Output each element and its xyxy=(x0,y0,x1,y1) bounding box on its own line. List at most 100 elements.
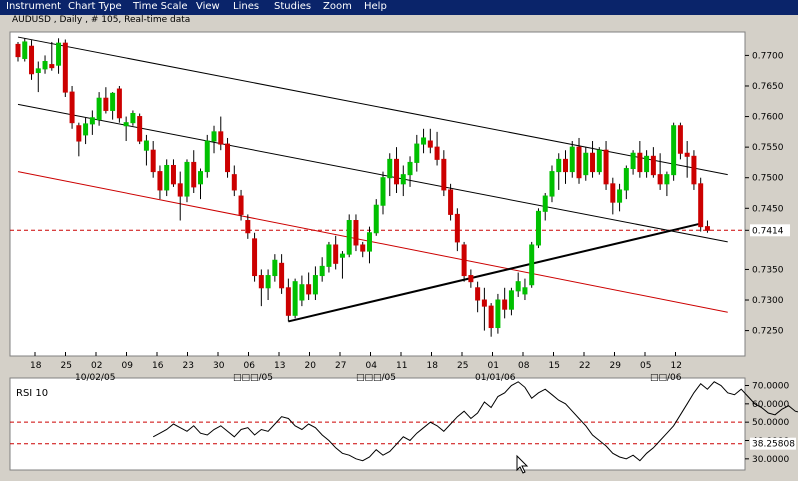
x-axis-label: 11 xyxy=(396,361,407,371)
candle-body xyxy=(150,149,156,173)
candle-body xyxy=(441,158,447,191)
price-axis-label: 0.7414 xyxy=(752,226,784,236)
x-axis-label: 25 xyxy=(457,361,468,371)
candle-body xyxy=(272,259,278,277)
price-axis-label: 0.7700 xyxy=(752,51,784,61)
candle-body xyxy=(292,281,298,316)
candle-body xyxy=(421,137,427,145)
candle-body xyxy=(35,68,41,74)
candle-body xyxy=(252,238,258,277)
candle-body xyxy=(535,210,541,246)
candle-body xyxy=(630,152,636,170)
candle-body xyxy=(590,152,596,173)
x-axis-label: 08 xyxy=(518,361,530,371)
rsi-axis-label: 30.0000 xyxy=(752,455,789,465)
x-axis-month-label: □□/06 xyxy=(650,373,682,383)
candle-body xyxy=(481,299,487,307)
price-plot-background xyxy=(9,31,746,357)
candle-body xyxy=(475,287,481,301)
chart-area[interactable]: AUDUSD , Daily , # 105, Real-time data R… xyxy=(0,15,798,477)
candle-body xyxy=(198,171,203,185)
candle-body xyxy=(617,189,623,203)
candle-body xyxy=(83,123,89,136)
chart-window: AUDUSD , Daily , # 105, Real-time data R… xyxy=(0,15,798,477)
menu-item-time-scale[interactable]: Time Scale xyxy=(133,1,188,12)
candle-body xyxy=(69,91,75,124)
x-axis-label: 15 xyxy=(549,361,560,371)
chart-title: AUDUSD , Daily , # 105, Real-time data xyxy=(12,15,190,25)
menu-item-view[interactable]: View xyxy=(196,1,220,12)
candle-body xyxy=(366,232,372,252)
candle-body xyxy=(265,275,271,289)
menu-item-studies[interactable]: Studies xyxy=(274,1,311,12)
candle-body xyxy=(191,161,197,188)
candle-body xyxy=(56,42,62,66)
candle-body xyxy=(623,168,629,191)
price-axis-label: 0.7650 xyxy=(752,82,784,92)
x-axis-label: 18 xyxy=(427,361,439,371)
candle-body xyxy=(22,41,28,59)
candle-body xyxy=(380,177,386,206)
candle-body xyxy=(664,174,670,185)
menu-item-lines[interactable]: Lines xyxy=(233,1,259,12)
x-axis-label: 30 xyxy=(213,361,225,371)
candle-body xyxy=(434,146,440,160)
menu-item-zoom[interactable]: Zoom xyxy=(323,1,352,12)
candle-body xyxy=(448,189,454,215)
candle-body xyxy=(583,152,589,176)
candle-body xyxy=(299,284,305,301)
candle-body xyxy=(637,152,643,173)
candle-body xyxy=(238,195,244,215)
x-axis-month-label: 10/02/05 xyxy=(75,373,115,383)
candle-body xyxy=(211,131,217,142)
price-axis-label: 0.7350 xyxy=(752,265,784,275)
price-axis-label: 0.7450 xyxy=(752,204,784,214)
candle-body xyxy=(569,146,575,173)
candle-body xyxy=(89,117,95,125)
rsi-highlight-label: 38.25808 xyxy=(752,440,795,450)
price-axis-label: 0.7550 xyxy=(752,143,784,153)
candle-body xyxy=(360,244,366,252)
candle-body xyxy=(657,174,663,185)
candle-body xyxy=(258,275,264,289)
x-axis-label: 04 xyxy=(366,361,378,371)
menu-item-help[interactable]: Help xyxy=(364,1,387,12)
candle-body xyxy=(542,195,548,212)
x-axis-month-label: □□□/05 xyxy=(233,373,273,383)
menu-item-chart-type[interactable]: Chart Type xyxy=(68,1,122,12)
candle-body xyxy=(677,125,683,154)
candle-body xyxy=(461,244,467,277)
candle-body xyxy=(610,183,616,203)
candle-body xyxy=(143,140,149,151)
x-axis-label: 13 xyxy=(274,361,285,371)
candle-body xyxy=(116,88,122,119)
x-axis-label: 18 xyxy=(30,361,42,371)
x-axis-label: 12 xyxy=(671,361,682,371)
candle-body xyxy=(15,43,21,58)
candle-body xyxy=(231,174,237,191)
candle-body xyxy=(306,284,312,295)
candle-body xyxy=(164,164,170,191)
candle-body xyxy=(549,171,555,197)
menu-item-instrument[interactable]: Instrument xyxy=(6,1,61,12)
candle-body xyxy=(414,143,420,163)
price-axis-label: 0.7250 xyxy=(752,327,784,337)
price-axis-label: 0.7300 xyxy=(752,296,784,306)
candle-body xyxy=(62,42,68,93)
candle-body xyxy=(110,92,116,111)
x-axis-label: 25 xyxy=(61,361,72,371)
candle-body xyxy=(468,275,474,283)
candle-body xyxy=(515,281,521,292)
candle-body xyxy=(704,226,710,231)
x-axis-label: 29 xyxy=(610,361,622,371)
candle-body xyxy=(346,220,352,255)
candle-body xyxy=(671,125,677,176)
candle-body xyxy=(427,140,433,148)
candle-body xyxy=(522,287,528,295)
x-axis-label: 23 xyxy=(183,361,194,371)
candle-body xyxy=(177,183,183,197)
candle-body xyxy=(76,125,82,142)
candle-body xyxy=(184,161,190,197)
candle-body xyxy=(225,143,231,173)
candle-body xyxy=(312,275,318,295)
